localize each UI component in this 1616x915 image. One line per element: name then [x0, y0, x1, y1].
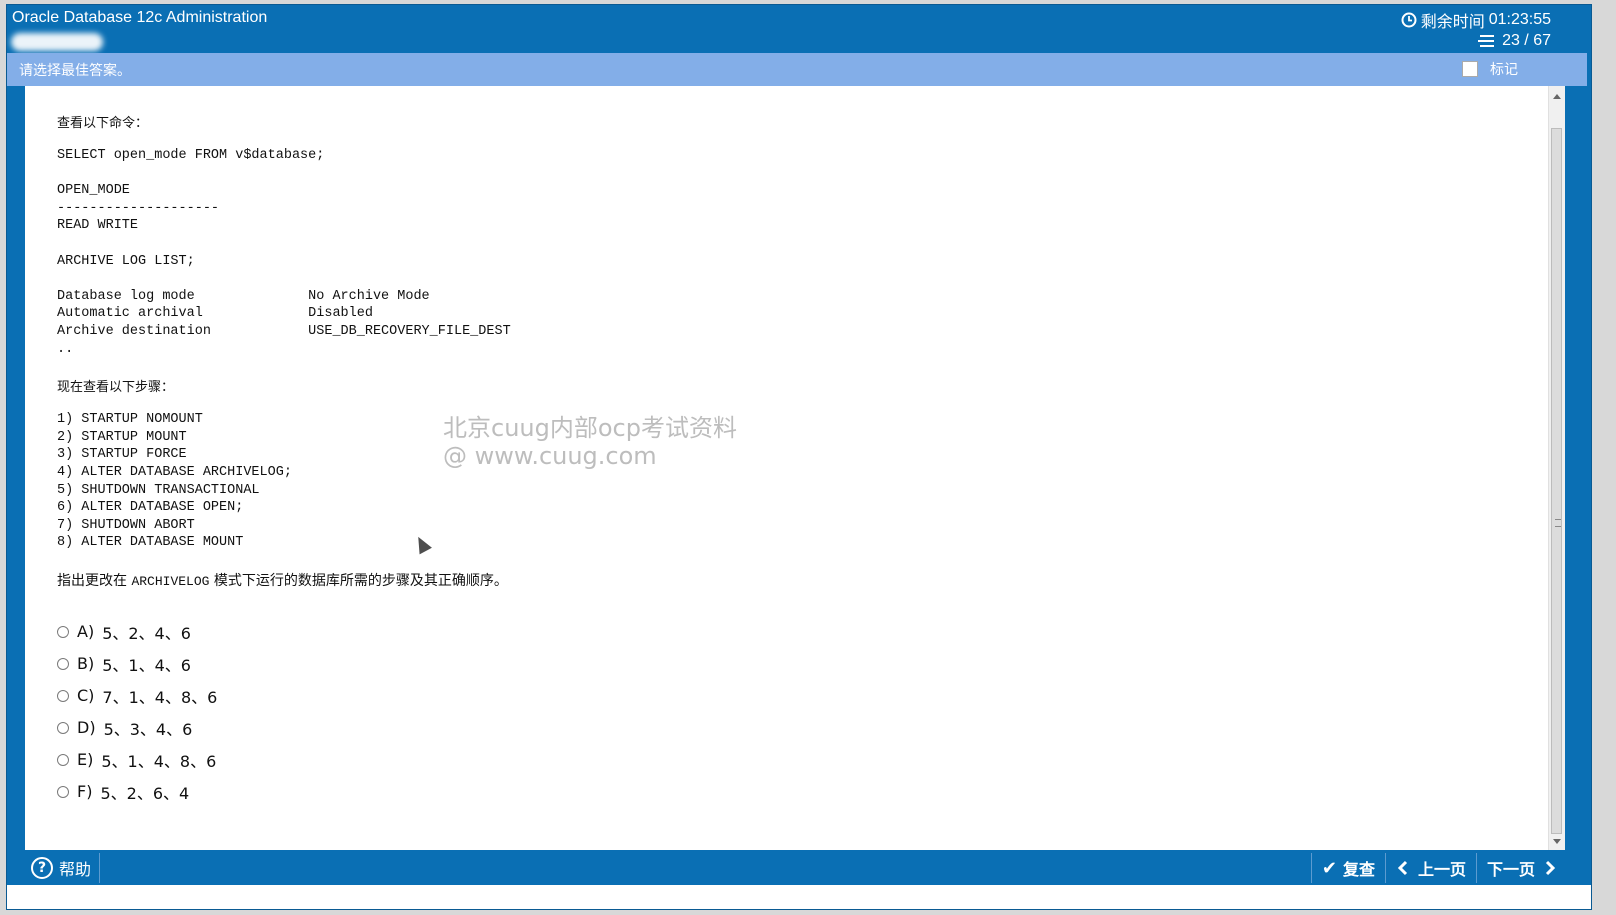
instruction-bar: 请选择最佳答案。 标记	[7, 53, 1587, 86]
help-label: 帮助	[59, 860, 92, 879]
question-prompt: 指出更改在 ARCHIVELOG 模式下运行的数据库所需的步骤及其正确顺序。	[57, 572, 508, 589]
check-icon: ✔	[1321, 857, 1337, 879]
radio-button[interactable]	[57, 657, 69, 670]
radio-button[interactable]	[57, 689, 69, 702]
scroll-up-arrow-icon[interactable]	[1553, 94, 1561, 99]
option-letter: C)	[77, 686, 95, 706]
option-text: 7、1、4、8、6	[102, 687, 218, 707]
option-c[interactable]: C) 7、1、4、8、6	[57, 680, 511, 712]
option-letter: B)	[77, 654, 95, 674]
radio-button[interactable]	[57, 753, 69, 766]
review-label: 复查	[1342, 860, 1375, 879]
app-title: Oracle Database 12c Administration	[12, 9, 268, 26]
command-code-block: SELECT open_mode FROM v$database; OPEN_M…	[57, 148, 511, 357]
candidate-name-blurred	[11, 33, 103, 51]
timer-label: 剩余时间	[1420, 14, 1485, 31]
footer-bar: ? 帮助 ✔ 复查 上一页 下一页	[7, 850, 1587, 885]
option-text: 5、1、4、8、6	[101, 751, 217, 771]
option-letter: D)	[77, 718, 96, 738]
help-button[interactable]: ? 帮助	[31, 853, 101, 883]
vertical-scrollbar[interactable]	[1548, 86, 1565, 850]
mark-toggle[interactable]: 标记	[1462, 59, 1518, 79]
radio-button[interactable]	[57, 721, 69, 734]
option-text: 5、2、6、4	[100, 783, 190, 803]
navigation-buttons: ✔ 复查 上一页 下一页	[1310, 853, 1567, 883]
archivelog-keyword: ARCHIVELOG	[131, 573, 210, 589]
answer-options: A) 5、2、4、6 B) 5、1、4、6 C) 7、1、4、8、6 D) 5、…	[57, 616, 511, 808]
watermark-line-2: @ www.cuug.com	[443, 442, 657, 470]
scroll-down-arrow-icon[interactable]	[1553, 839, 1561, 844]
list-icon	[1478, 35, 1495, 47]
watermark: 北京cuug内部ocp考试资料 @ www.cuug.com	[443, 414, 737, 470]
grip-icon	[1555, 519, 1561, 527]
radio-button[interactable]	[57, 785, 69, 798]
arrow-right-icon	[1545, 860, 1556, 876]
bottom-strip	[7, 885, 1591, 909]
counter-value: 23 / 67	[1502, 32, 1551, 49]
option-e[interactable]: E) 5、1、4、8、6	[57, 744, 511, 776]
timer-value: 01:23:55	[1488, 11, 1551, 28]
radio-button[interactable]	[57, 625, 69, 638]
option-text: 5、2、4、6	[102, 623, 191, 643]
option-d[interactable]: D) 5、3、4、6	[57, 712, 511, 744]
next-button[interactable]: 下一页	[1475, 853, 1567, 883]
question-panel: 查看以下命令： SELECT open_mode FROM v$database…	[25, 86, 1565, 850]
exam-window: Oracle Database 12c Administration 剩余时间 …	[6, 4, 1592, 910]
mark-checkbox[interactable]	[1462, 61, 1478, 77]
intro-label: 查看以下命令：	[57, 116, 149, 131]
previous-label: 上一页	[1417, 860, 1466, 879]
previous-button[interactable]: 上一页	[1384, 853, 1476, 883]
steps-label: 现在查看以下步骤：	[57, 380, 175, 396]
next-label: 下一页	[1486, 860, 1535, 879]
option-letter: A)	[77, 622, 95, 642]
clock-icon	[1401, 12, 1417, 28]
option-letter: E)	[77, 750, 94, 770]
time-remaining: 剩余时间 01:23:55	[1401, 8, 1551, 32]
question-counter: 23 / 67	[1478, 32, 1551, 50]
option-a[interactable]: A) 5、2、4、6	[57, 616, 511, 648]
option-b[interactable]: B) 5、1、4、6	[57, 648, 511, 680]
option-f[interactable]: F) 5、2、6、4	[57, 776, 511, 808]
option-text: 5、1、4、6	[102, 655, 191, 675]
instruction-text: 请选择最佳答案。	[19, 63, 131, 79]
scroll-thumb[interactable]	[1551, 128, 1562, 834]
question-circle-icon: ?	[31, 857, 53, 879]
option-text: 5、3、4、6	[103, 719, 193, 739]
arrow-left-icon	[1397, 860, 1408, 876]
mark-label: 标记	[1490, 62, 1518, 78]
option-letter: F)	[77, 782, 93, 802]
review-button[interactable]: ✔ 复查	[1310, 853, 1385, 883]
watermark-line-1: 北京cuug内部ocp考试资料	[443, 414, 737, 442]
title-bar: Oracle Database 12c Administration 剩余时间 …	[7, 5, 1591, 53]
